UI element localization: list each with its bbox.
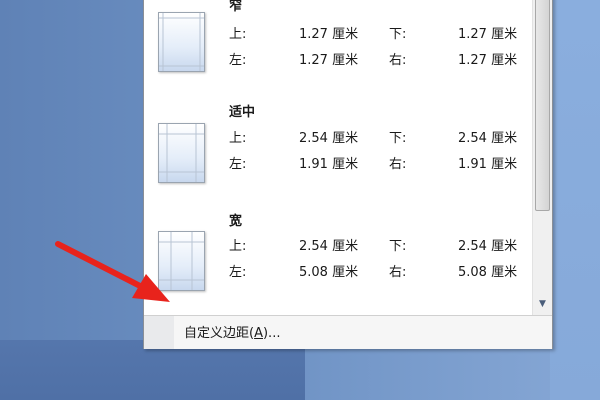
right-margin-label: 右: bbox=[389, 157, 407, 172]
left-margin-label: 左: bbox=[229, 53, 247, 68]
bottom-margin-value: 2.54 厘米 bbox=[458, 131, 518, 146]
custom-margins-menu-item[interactable]: 自定义边距(A)... bbox=[184, 322, 280, 341]
bottom-margin-label: 下: bbox=[389, 27, 407, 42]
top-margin-label: 上: bbox=[229, 27, 247, 42]
top-margin-label: 上: bbox=[229, 131, 247, 146]
margin-option-title: 窄 bbox=[229, 0, 243, 14]
left-margin-value: 1.27 厘米 bbox=[299, 53, 359, 68]
margin-option-title: 宽 bbox=[229, 214, 243, 229]
top-margin-value: 2.54 厘米 bbox=[299, 239, 359, 254]
margin-option-moderate[interactable]: 适中 上: 2.54 厘米 下: 2.54 厘米 左: 1.91 厘米 右: 1… bbox=[144, 103, 532, 213]
bottom-margin-value: 1.27 厘米 bbox=[458, 27, 518, 42]
custom-margins-label: 自定义边距( bbox=[184, 326, 255, 341]
chevron-down-icon[interactable]: ▼ bbox=[533, 295, 552, 313]
right-margin-value: 1.91 厘米 bbox=[458, 157, 518, 172]
custom-margins-suffix: )... bbox=[262, 326, 281, 341]
window-background-bottom bbox=[0, 340, 305, 400]
bottom-margin-label: 下: bbox=[389, 239, 407, 254]
margins-dropdown-menu: 窄 上: 1.27 厘米 下: 1.27 厘米 左: 1.27 厘米 右: 1.… bbox=[143, 0, 553, 349]
margin-option-narrow[interactable]: 窄 上: 1.27 厘米 下: 1.27 厘米 左: 1.27 厘米 右: 1.… bbox=[144, 0, 532, 72]
left-margin-label: 左: bbox=[229, 265, 247, 280]
margins-gallery: 窄 上: 1.27 厘米 下: 1.27 厘米 左: 1.27 厘米 右: 1.… bbox=[144, 0, 532, 315]
left-margin-label: 左: bbox=[229, 157, 247, 172]
right-margin-label: 右: bbox=[389, 53, 407, 68]
menu-footer: 自定义边距(A)... bbox=[144, 315, 552, 349]
margin-option-wide[interactable]: 宽 上: 2.54 厘米 下: 2.54 厘米 左: 5.08 厘米 右: 5.… bbox=[144, 213, 532, 315]
top-margin-value: 2.54 厘米 bbox=[299, 131, 359, 146]
bottom-margin-label: 下: bbox=[389, 131, 407, 146]
margin-option-title: 适中 bbox=[229, 105, 256, 120]
top-margin-label: 上: bbox=[229, 239, 247, 254]
bottom-margin-value: 2.54 厘米 bbox=[458, 239, 518, 254]
left-margin-value: 1.91 厘米 bbox=[299, 157, 359, 172]
right-margin-label: 右: bbox=[389, 265, 407, 280]
left-margin-value: 5.08 厘米 bbox=[299, 265, 359, 280]
margin-narrow-icon bbox=[158, 12, 205, 72]
top-margin-value: 1.27 厘米 bbox=[299, 27, 359, 42]
right-margin-value: 5.08 厘米 bbox=[458, 265, 518, 280]
right-margin-value: 1.27 厘米 bbox=[458, 53, 518, 68]
margin-moderate-icon bbox=[158, 123, 205, 183]
red-arrow-icon bbox=[55, 241, 170, 302]
gallery-scrollbar[interactable]: ▼ bbox=[532, 0, 552, 315]
custom-margins-accelerator: A bbox=[254, 326, 263, 341]
window-background-right bbox=[550, 0, 600, 400]
scrollbar-thumb[interactable] bbox=[535, 0, 550, 211]
